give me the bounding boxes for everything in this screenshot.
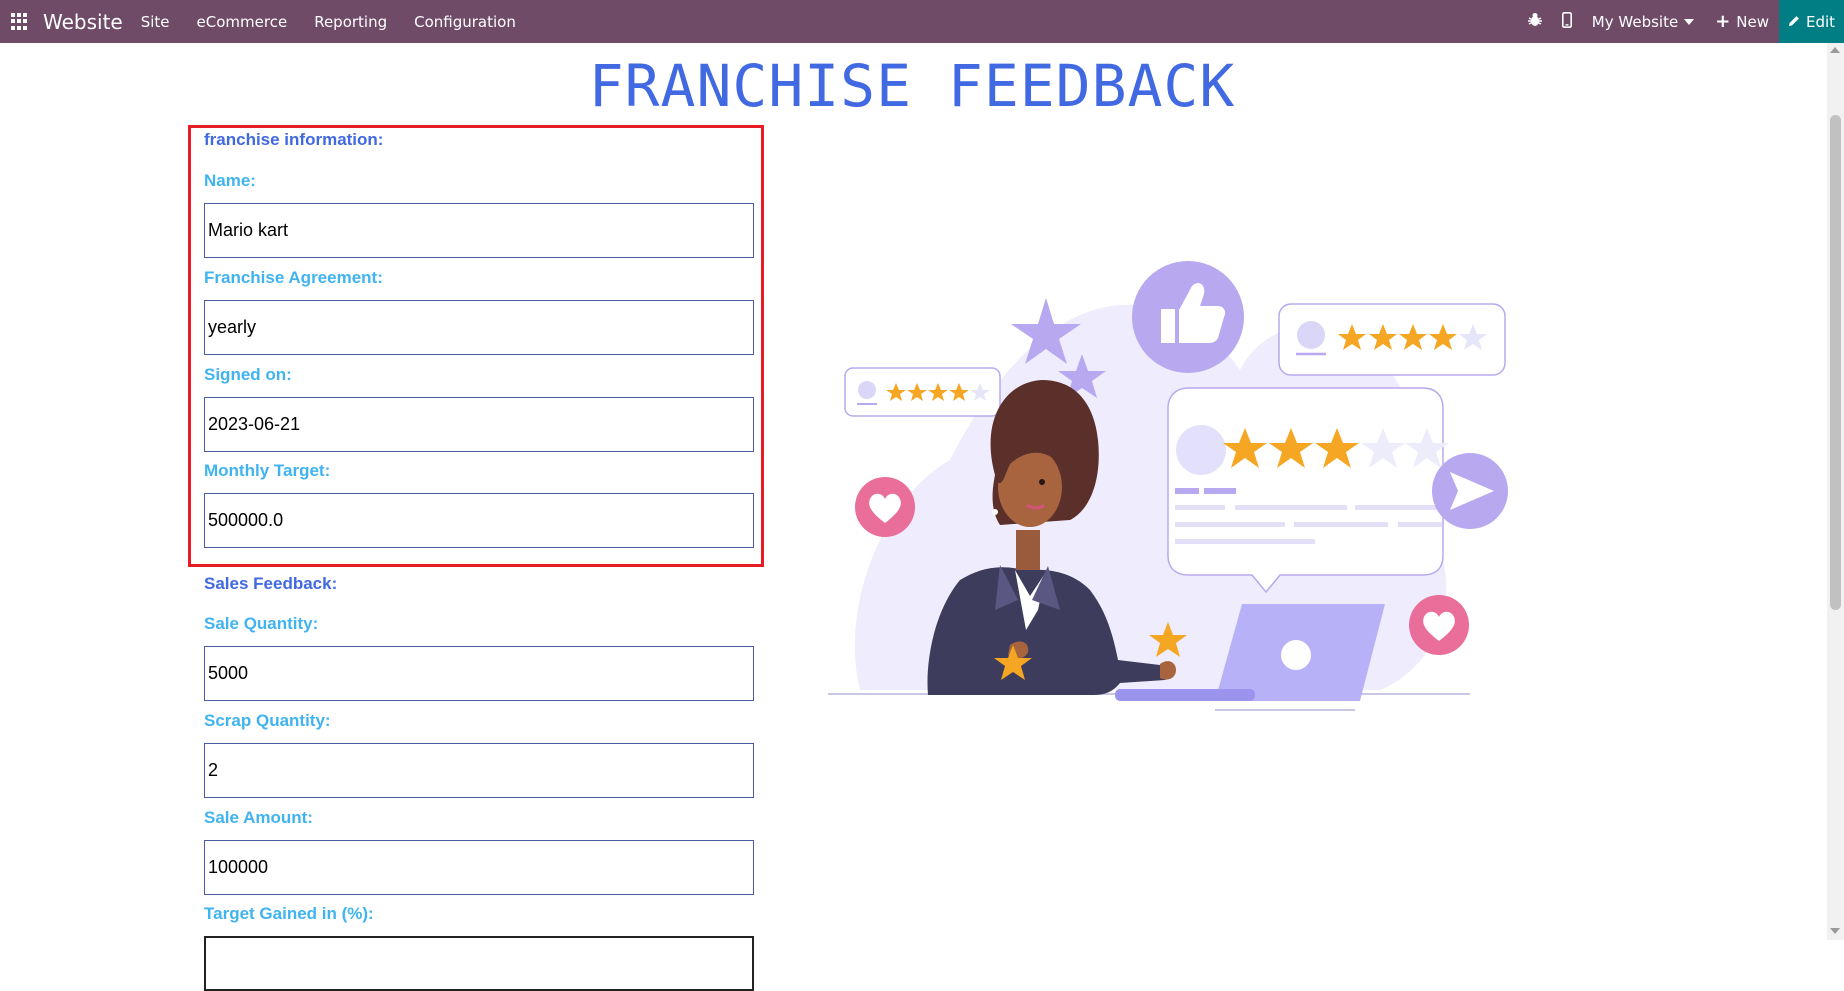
menu-reporting[interactable]: Reporting [314,13,387,31]
monthly-target-input[interactable] [204,493,754,548]
sale-quantity-input[interactable] [204,646,754,701]
page-title: FRANCHISE FEEDBACK [588,52,1236,120]
menu-ecommerce[interactable]: eCommerce [197,13,288,31]
edit-button-label: Edit [1805,12,1836,31]
signed-on-label: Signed on: [204,365,292,384]
caret-down-icon [1684,18,1695,25]
name-label: Name: [204,171,256,190]
bug-icon[interactable] [1527,12,1542,32]
scrollbar-thumb[interactable] [1830,115,1841,610]
mobile-icon[interactable] [1561,11,1572,32]
menu-configuration[interactable]: Configuration [414,13,516,31]
edit-button[interactable]: Edit [1779,0,1844,43]
apps-grid-icon[interactable] [11,12,29,31]
new-button[interactable]: + New [1715,11,1769,32]
top-navbar: Website Site eCommerce Reporting Configu… [0,0,1844,43]
sale-quantity-label: Sale Quantity: [204,614,319,633]
sale-amount-label: Sale Amount: [204,808,313,827]
agreement-input[interactable] [204,300,754,355]
scroll-down-icon[interactable] [1830,928,1840,934]
franchise-section-heading: franchise information: [204,130,384,149]
new-button-label: New [1736,12,1769,31]
feedback-illustration [828,261,1508,711]
signed-on-input[interactable] [204,397,754,452]
app-brand[interactable]: Website [43,10,123,34]
sale-amount-input[interactable] [204,840,754,895]
scrap-quantity-input[interactable] [204,743,754,798]
name-input[interactable] [204,203,754,258]
agreement-label: Franchise Agreement: [204,268,383,287]
plus-icon: + [1715,11,1731,32]
sales-section-heading: Sales Feedback: [204,574,338,593]
scrap-quantity-label: Scrap Quantity: [204,711,331,730]
my-website-label: My Website [1591,12,1679,31]
my-website-dropdown[interactable]: My Website [1591,12,1695,31]
target-gained-label: Target Gained in (%): [204,904,374,923]
scroll-up-icon[interactable] [1830,47,1840,53]
pencil-icon [1788,13,1800,31]
target-gained-input[interactable] [204,936,754,991]
menu-site[interactable]: Site [141,13,170,31]
monthly-target-label: Monthly Target: [204,461,331,480]
